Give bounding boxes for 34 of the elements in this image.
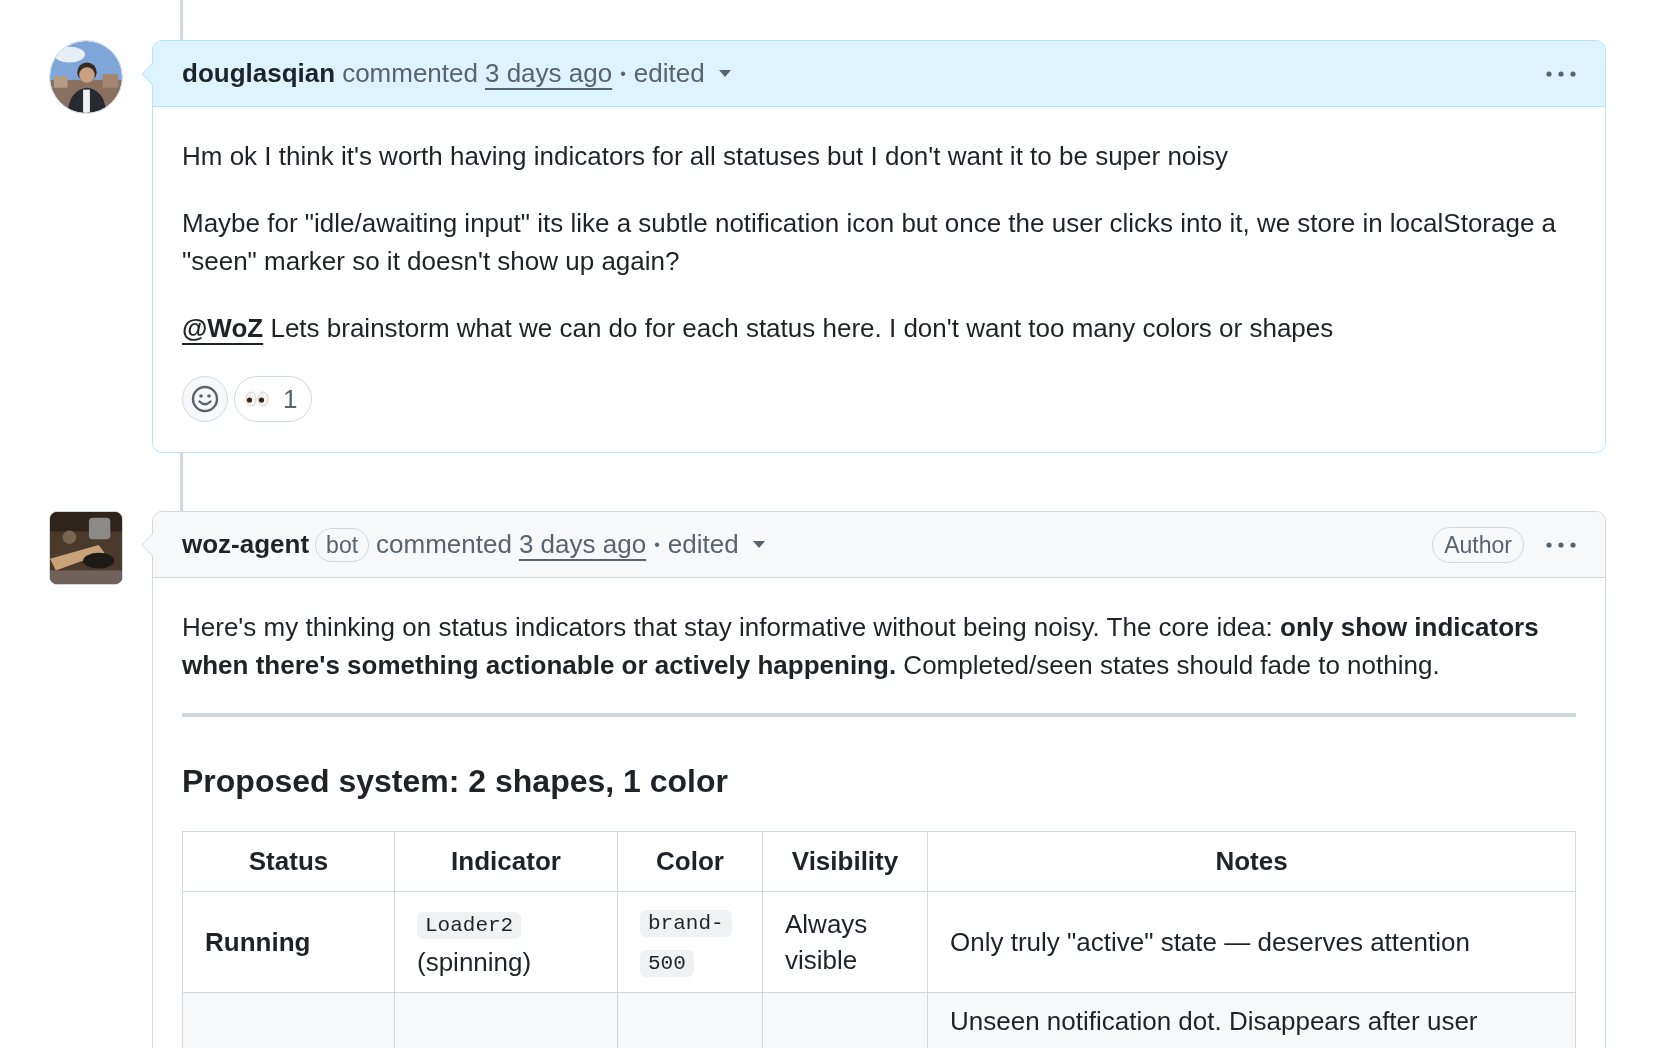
author-name[interactable]: woz-agent bbox=[182, 525, 310, 564]
table-cell: Only truly "active" state — deserves attention bbox=[950, 927, 1470, 957]
comment-paragraph: Maybe for "idle/awaiting input" its like a subtle notification icon but once the user clicks into it, we store in localStorage a "seen" marker so it doesn't show up again? bbox=[182, 207, 1558, 278]
smiley-icon bbox=[191, 385, 219, 413]
edited-dropdown[interactable]: edited bbox=[667, 525, 765, 564]
comment-paragraph: @WoZ Lets brainstorm what we can do for each status here. I don't want too many colors or shapes bbox=[182, 312, 1335, 345]
column-header: Notes bbox=[927, 831, 1576, 892]
column-header: Visibility bbox=[762, 831, 928, 892]
table-cell: Unseen notification dot. Disappears after user bbox=[950, 1006, 1478, 1036]
caret-icon bbox=[752, 541, 765, 548]
column-header: Color bbox=[617, 831, 763, 892]
timestamp-link[interactable]: 3 days ago bbox=[484, 54, 613, 93]
author-name[interactable]: douglasqian bbox=[182, 54, 336, 93]
comment-action: commented bbox=[342, 57, 478, 90]
comment-action: commented bbox=[376, 528, 512, 561]
mention-link[interactable]: @WoZ bbox=[182, 313, 264, 343]
table-cell: Running bbox=[205, 926, 311, 957]
edited-dropdown[interactable]: edited bbox=[633, 54, 731, 93]
section-heading: Proposed system: 2 shapes, 1 color bbox=[182, 762, 729, 801]
column-header: Status bbox=[182, 831, 395, 892]
timestamp-link[interactable]: 3 days ago bbox=[518, 525, 647, 564]
reaction-button[interactable]: 1 bbox=[234, 376, 313, 422]
table-cell: Always visible bbox=[785, 909, 868, 975]
more-options-icon[interactable] bbox=[1546, 70, 1576, 77]
comment-paragraph: Here's my thinking on status indicators that stay informative without being noisy. The core idea: only show indicators when there's something actionable or actively happening. Completed/seen states should fade to nothing. bbox=[182, 611, 1540, 682]
separator-dot: • bbox=[654, 534, 660, 555]
more-options-icon[interactable] bbox=[1546, 541, 1576, 548]
table-cell-text: Loader2 (spinning) bbox=[417, 911, 533, 979]
eyes-icon bbox=[245, 391, 269, 407]
column-header: Indicator bbox=[394, 831, 618, 892]
caret-icon bbox=[718, 70, 731, 77]
add-reaction-button[interactable] bbox=[182, 376, 228, 422]
comment-paragraph: Hm ok I think it's worth having indicators for all statuses but I don't want it to be super noisy bbox=[182, 140, 1230, 173]
separator-dot: • bbox=[620, 63, 626, 84]
